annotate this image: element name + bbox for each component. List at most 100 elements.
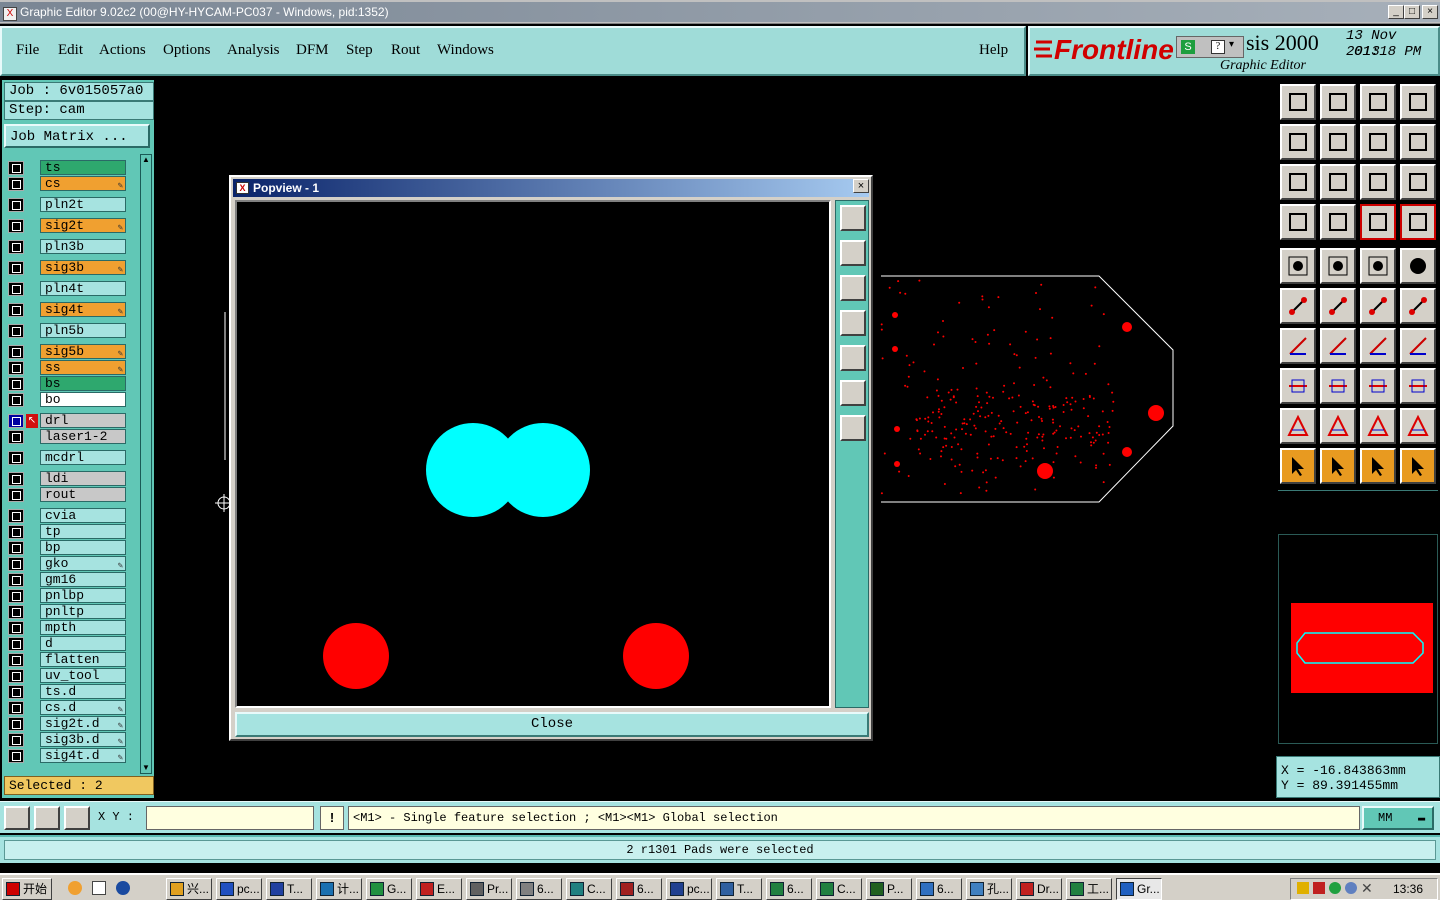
select-box-icon[interactable] [1360, 448, 1396, 484]
copy-icon[interactable] [1400, 368, 1436, 404]
minimize-button[interactable]: _ [1388, 5, 1404, 19]
taskbar-button[interactable]: 6... [516, 878, 562, 900]
layer-name[interactable]: ts [40, 160, 126, 175]
pan-left-icon[interactable] [1280, 124, 1316, 160]
measure-icon[interactable] [1360, 368, 1396, 404]
help-icon[interactable] [1400, 164, 1436, 200]
layer-name[interactable]: sig5b ✎ [40, 344, 126, 359]
fill-icon[interactable] [1400, 328, 1436, 364]
ime-s-icon[interactable]: S [1181, 40, 1195, 54]
layer-checkbox[interactable] [8, 749, 24, 763]
measure-icon[interactable] [34, 806, 60, 830]
menu-step[interactable]: Step [346, 42, 373, 59]
layer-name[interactable]: mcdrl [40, 450, 126, 465]
rotate-icon[interactable] [1360, 328, 1396, 364]
layer-name[interactable]: laser1-2 [40, 429, 126, 444]
layer-row-pnltp[interactable]: pnltp [6, 604, 126, 619]
layer-checkbox[interactable] [8, 472, 24, 486]
layer-checkbox[interactable] [8, 557, 24, 571]
taskbar-button[interactable]: Pr... [466, 878, 512, 900]
layer-name[interactable]: bp [40, 540, 126, 555]
layer-checkbox[interactable] [8, 669, 24, 683]
taskbar-button[interactable]: pc... [666, 878, 712, 900]
taskbar-button[interactable]: P... [866, 878, 912, 900]
layer-checkbox[interactable] [8, 637, 24, 651]
pan-down-icon[interactable] [840, 275, 866, 301]
layer-checkbox[interactable] [8, 701, 24, 715]
layer-checkbox[interactable] [8, 303, 24, 317]
line-icon[interactable] [1360, 288, 1396, 324]
ime-menu-icon[interactable]: ▾ [1229, 39, 1234, 50]
layer-name[interactable]: pln2t [40, 197, 126, 212]
doc-app-icon[interactable] [92, 881, 106, 895]
layer-name[interactable]: pln4t [40, 281, 126, 296]
layer-name[interactable]: bo [40, 392, 126, 407]
triangle-icon[interactable] [1280, 408, 1316, 444]
layer-name[interactable]: sig4t ✎ [40, 302, 126, 317]
layer-name[interactable]: ldi [40, 471, 126, 486]
tray-icon-5[interactable]: ✕ [1361, 880, 1373, 897]
layer-checkbox[interactable] [8, 509, 24, 523]
layer-name[interactable]: sig3b.d ✎ [40, 732, 126, 747]
slope-icon[interactable] [1320, 328, 1356, 364]
units-selector[interactable]: MM ▬ [1362, 806, 1434, 830]
layer-name[interactable]: sig3b ✎ [40, 260, 126, 275]
layer-name[interactable]: ss ✎ [40, 360, 126, 375]
layer-checkbox[interactable] [8, 177, 24, 191]
zoom-window-icon[interactable] [840, 205, 866, 231]
taskbar-button[interactable]: 6... [616, 878, 662, 900]
menu-file[interactable]: File [16, 42, 39, 59]
menu-options[interactable]: Options [163, 42, 211, 59]
pan-right-icon[interactable] [1320, 124, 1356, 160]
layer-row-ldi[interactable]: ldi [6, 471, 126, 486]
layer-row-ss[interactable]: ss ✎ [6, 360, 126, 375]
move-icon[interactable] [1280, 368, 1316, 404]
ime-toolbar[interactable]: S ? ▾ [1176, 36, 1244, 58]
save-icon[interactable] [1320, 84, 1356, 120]
triangle-arrow-icon[interactable] [1360, 408, 1396, 444]
layer-name[interactable]: uv_tool [40, 668, 126, 683]
app-icon[interactable]: X [3, 7, 17, 21]
layer-row-bs[interactable]: bs [6, 376, 126, 391]
layer-checkbox[interactable] [8, 161, 24, 175]
layer-checkbox[interactable] [8, 240, 24, 254]
taskbar-button[interactable]: T... [716, 878, 762, 900]
layer-checkbox[interactable] [8, 573, 24, 587]
window-icon[interactable] [1400, 84, 1436, 120]
job-matrix-button[interactable]: Job Matrix ... [4, 124, 150, 148]
taskbar-button[interactable]: 工... [1066, 878, 1112, 900]
layer-name[interactable]: cs.d ✎ [40, 700, 126, 715]
layer-name[interactable]: rout [40, 487, 126, 502]
menu-actions[interactable]: Actions [99, 42, 146, 59]
route-icon[interactable] [1400, 448, 1436, 484]
probe-icon[interactable] [1320, 204, 1356, 240]
menu-dfm[interactable]: DFM [296, 42, 329, 59]
layer-row-cvia[interactable]: cvia [6, 508, 126, 523]
close-button[interactable]: × [1422, 5, 1438, 19]
taskbar-button[interactable]: 6... [766, 878, 812, 900]
popview-titlebar[interactable]: X Popview - 1 [233, 179, 869, 197]
layer-checkbox[interactable] [8, 324, 24, 338]
layer-name[interactable]: mpth [40, 620, 126, 635]
menu-edit[interactable]: Edit [58, 42, 83, 59]
layer-row-sig3b.d[interactable]: sig3b.d ✎ [6, 732, 126, 747]
layer-checkbox[interactable] [8, 198, 24, 212]
taskbar-button[interactable]: 计... [316, 878, 362, 900]
layer-checkbox[interactable] [8, 361, 24, 375]
zoom-fit-icon[interactable] [840, 415, 866, 441]
layer-name[interactable]: sig4t.d ✎ [40, 748, 126, 763]
layer-row-laser1-2[interactable]: laser1-2 [6, 429, 126, 444]
zigzag-icon[interactable] [1400, 124, 1436, 160]
overview-map[interactable] [1278, 534, 1438, 744]
popview-canvas[interactable] [235, 200, 831, 708]
layer-checkbox[interactable] [8, 451, 24, 465]
tray-icon-1[interactable] [1297, 882, 1309, 894]
layer-name[interactable]: gko ✎ [40, 556, 126, 571]
layer-row-pnlbp[interactable]: pnlbp [6, 588, 126, 603]
taskbar-button[interactable]: Dr... [1016, 878, 1062, 900]
circle-icon[interactable] [1400, 248, 1436, 284]
open-icon[interactable] [1280, 84, 1316, 120]
layer-checkbox[interactable] [8, 541, 24, 555]
pan-right-icon[interactable] [840, 345, 866, 371]
layer-checkbox[interactable] [8, 685, 24, 699]
